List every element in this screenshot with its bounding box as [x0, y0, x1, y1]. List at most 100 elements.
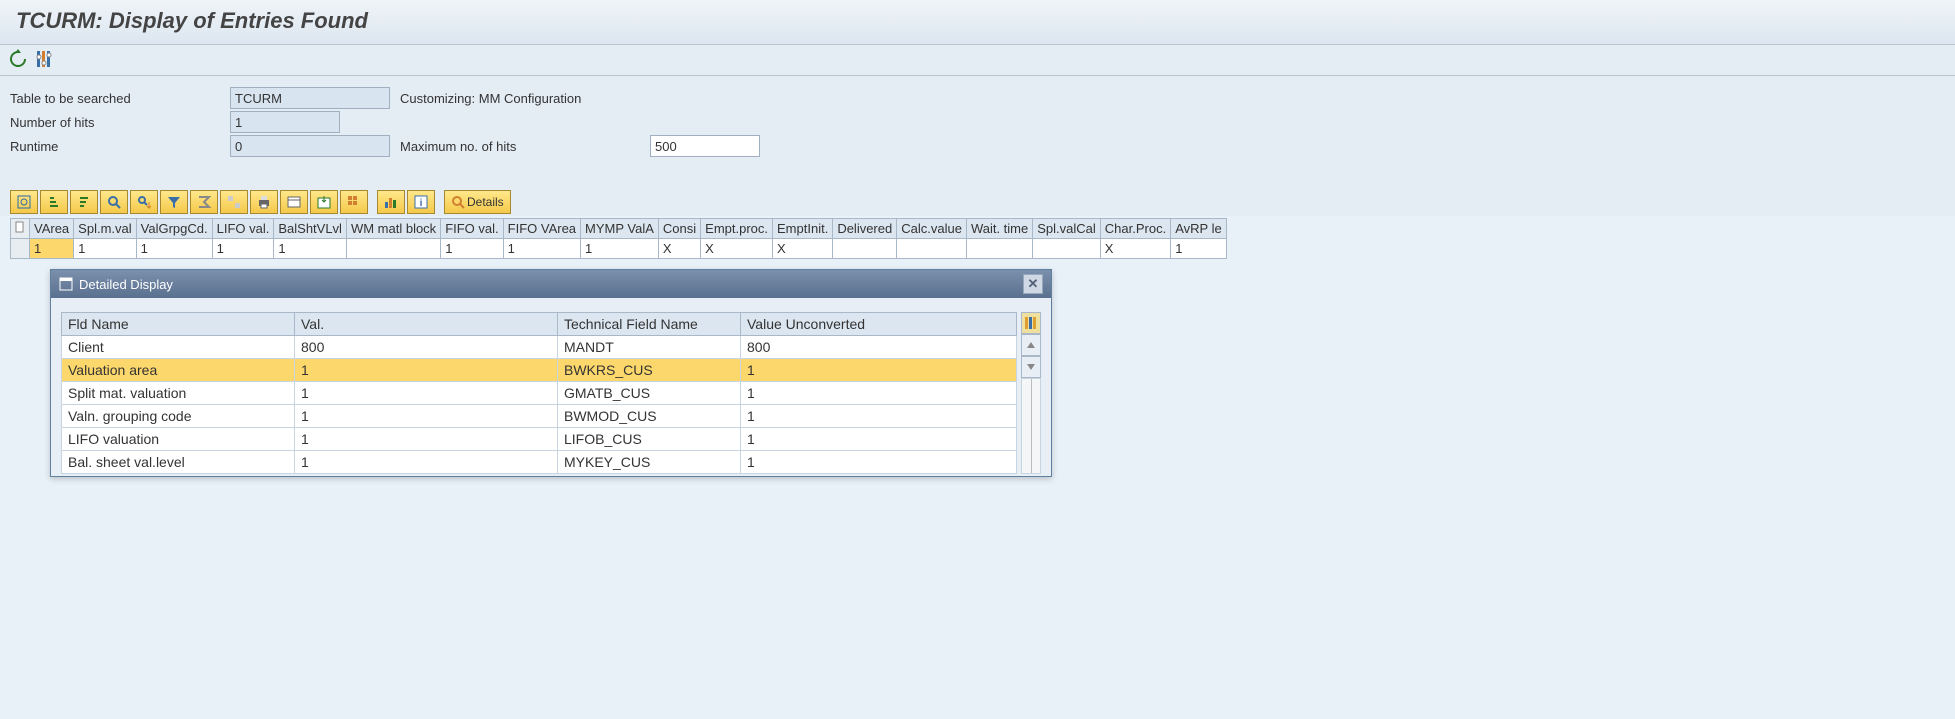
detail-row[interactable]: Split mat. valuation1GMATB_CUS1 [62, 382, 1017, 405]
find-next-icon[interactable] [130, 190, 158, 214]
alv-cell[interactable] [346, 239, 440, 259]
detail-col-fldname[interactable]: Fld Name [62, 313, 295, 336]
maxhits-label: Maximum no. of hits [400, 139, 570, 154]
detail-cell: 1 [295, 451, 558, 474]
alv-column-header[interactable]: Spl.valCal [1033, 219, 1101, 239]
alv-column-header[interactable]: Consi [658, 219, 700, 239]
alv-column-header[interactable]: Wait. time [966, 219, 1032, 239]
detail-cell: BWKRS_CUS [558, 359, 741, 382]
alv-cell[interactable]: 1 [581, 239, 659, 259]
alv-cell[interactable]: 1 [274, 239, 347, 259]
refresh-icon[interactable] [8, 49, 28, 69]
alv-cell[interactable]: X [773, 239, 833, 259]
alv-column-header[interactable]: LIFO val. [212, 219, 274, 239]
alv-cell[interactable]: X [658, 239, 700, 259]
print-icon[interactable] [250, 190, 278, 214]
alv-cell[interactable] [897, 239, 967, 259]
title-bar: TCURM: Display of Entries Found [0, 0, 1955, 45]
alv-column-header[interactable]: Spl.m.val [74, 219, 136, 239]
layout-icon[interactable] [340, 190, 368, 214]
alv-table[interactable]: VAreaSpl.m.valValGrpgCd.LIFO val.BalShtV… [10, 218, 1227, 259]
dialog-icon [59, 277, 73, 291]
detail-cell: 1 [741, 405, 1017, 428]
detail-row[interactable]: LIFO valuation1LIFOB_CUS1 [62, 428, 1017, 451]
alv-cell[interactable] [966, 239, 1032, 259]
detail-cell: 1 [295, 428, 558, 451]
detail-cell: 800 [741, 336, 1017, 359]
scroll-track[interactable] [1021, 378, 1041, 474]
alv-column-header[interactable]: MYMP ValA [581, 219, 659, 239]
detail-col-tech[interactable]: Technical Field Name [558, 313, 741, 336]
alv-cell[interactable]: 1 [30, 239, 74, 259]
detail-row[interactable]: Client800MANDT800 [62, 336, 1017, 359]
configure-icon[interactable] [34, 49, 54, 69]
detail-cell: 800 [295, 336, 558, 359]
alv-column-header[interactable]: ValGrpgCd. [136, 219, 212, 239]
detail-row[interactable]: Valn. grouping code1BWMOD_CUS1 [62, 405, 1017, 428]
scroll-down-icon[interactable] [1021, 356, 1041, 378]
detail-cell: 1 [741, 382, 1017, 405]
subtotal-icon[interactable] [220, 190, 248, 214]
hits-label: Number of hits [10, 115, 230, 130]
alv-row-select-header[interactable] [11, 219, 30, 239]
alv-column-header[interactable]: WM matl block [346, 219, 440, 239]
alv-column-header[interactable]: EmptInit. [773, 219, 833, 239]
detail-cell: 1 [295, 359, 558, 382]
alv-details-icon[interactable] [10, 190, 38, 214]
info-panel: Table to be searched TCURM Customizing: … [0, 76, 1955, 188]
view-icon[interactable] [280, 190, 308, 214]
detail-cell: MANDT [558, 336, 741, 359]
runtime-label: Runtime [10, 139, 230, 154]
alv-column-header[interactable]: Char.Proc. [1100, 219, 1170, 239]
alv-cell[interactable]: 1 [212, 239, 274, 259]
find-icon[interactable] [100, 190, 128, 214]
maxhits-field[interactable]: 500 [650, 135, 760, 157]
scroll-up-icon[interactable] [1021, 334, 1041, 356]
detail-cell: 1 [741, 359, 1017, 382]
alv-column-header[interactable]: Calc.value [897, 219, 967, 239]
app-toolbar [0, 45, 1955, 76]
detail-row[interactable]: Bal. sheet val.level1MYKEY_CUS1 [62, 451, 1017, 474]
alv-column-header[interactable]: AvRP le [1171, 219, 1227, 239]
detail-cell: 1 [295, 405, 558, 428]
runtime-field: 0 [230, 135, 390, 157]
detail-scrollbar [1021, 312, 1041, 474]
close-icon[interactable]: ✕ [1023, 274, 1043, 294]
alv-cell[interactable]: 1 [136, 239, 212, 259]
alv-column-header[interactable]: BalShtVLvl [274, 219, 347, 239]
alv-cell[interactable] [833, 239, 897, 259]
export-icon[interactable] [310, 190, 338, 214]
chart-icon[interactable] [377, 190, 405, 214]
info-icon[interactable]: i [407, 190, 435, 214]
alv-column-header[interactable]: Empt.proc. [701, 219, 773, 239]
filter-icon[interactable] [160, 190, 188, 214]
detail-table[interactable]: Fld Name Val. Technical Field Name Value… [61, 312, 1017, 474]
detail-row[interactable]: Valuation area1BWKRS_CUS1 [62, 359, 1017, 382]
alv-cell[interactable]: 1 [441, 239, 503, 259]
sort-desc-icon[interactable] [70, 190, 98, 214]
dialog-titlebar[interactable]: Detailed Display ✕ [51, 270, 1051, 298]
alv-cell[interactable]: X [701, 239, 773, 259]
alv-row-selector[interactable] [11, 239, 30, 259]
alv-cell[interactable]: 1 [503, 239, 580, 259]
detail-col-unconv[interactable]: Value Unconverted [741, 313, 1017, 336]
column-config-icon[interactable] [1021, 312, 1041, 334]
alv-cell[interactable]: 1 [74, 239, 136, 259]
alv-cell[interactable]: X [1100, 239, 1170, 259]
detail-cell: LIFOB_CUS [558, 428, 741, 451]
alv-toolbar: i Details [0, 188, 1955, 216]
hits-field: 1 [230, 111, 340, 133]
sort-asc-icon[interactable] [40, 190, 68, 214]
alv-cell[interactable] [1033, 239, 1101, 259]
alv-column-header[interactable]: Delivered [833, 219, 897, 239]
alv-column-header[interactable]: VArea [30, 219, 74, 239]
detail-cell: Client [62, 336, 295, 359]
alv-column-header[interactable]: FIFO VArea [503, 219, 580, 239]
detail-col-val[interactable]: Val. [295, 313, 558, 336]
detail-cell: LIFO valuation [62, 428, 295, 451]
details-button-label: Details [467, 195, 504, 209]
alv-cell[interactable]: 1 [1171, 239, 1227, 259]
details-button[interactable]: Details [444, 190, 511, 214]
alv-column-header[interactable]: FIFO val. [441, 219, 503, 239]
sum-icon[interactable] [190, 190, 218, 214]
